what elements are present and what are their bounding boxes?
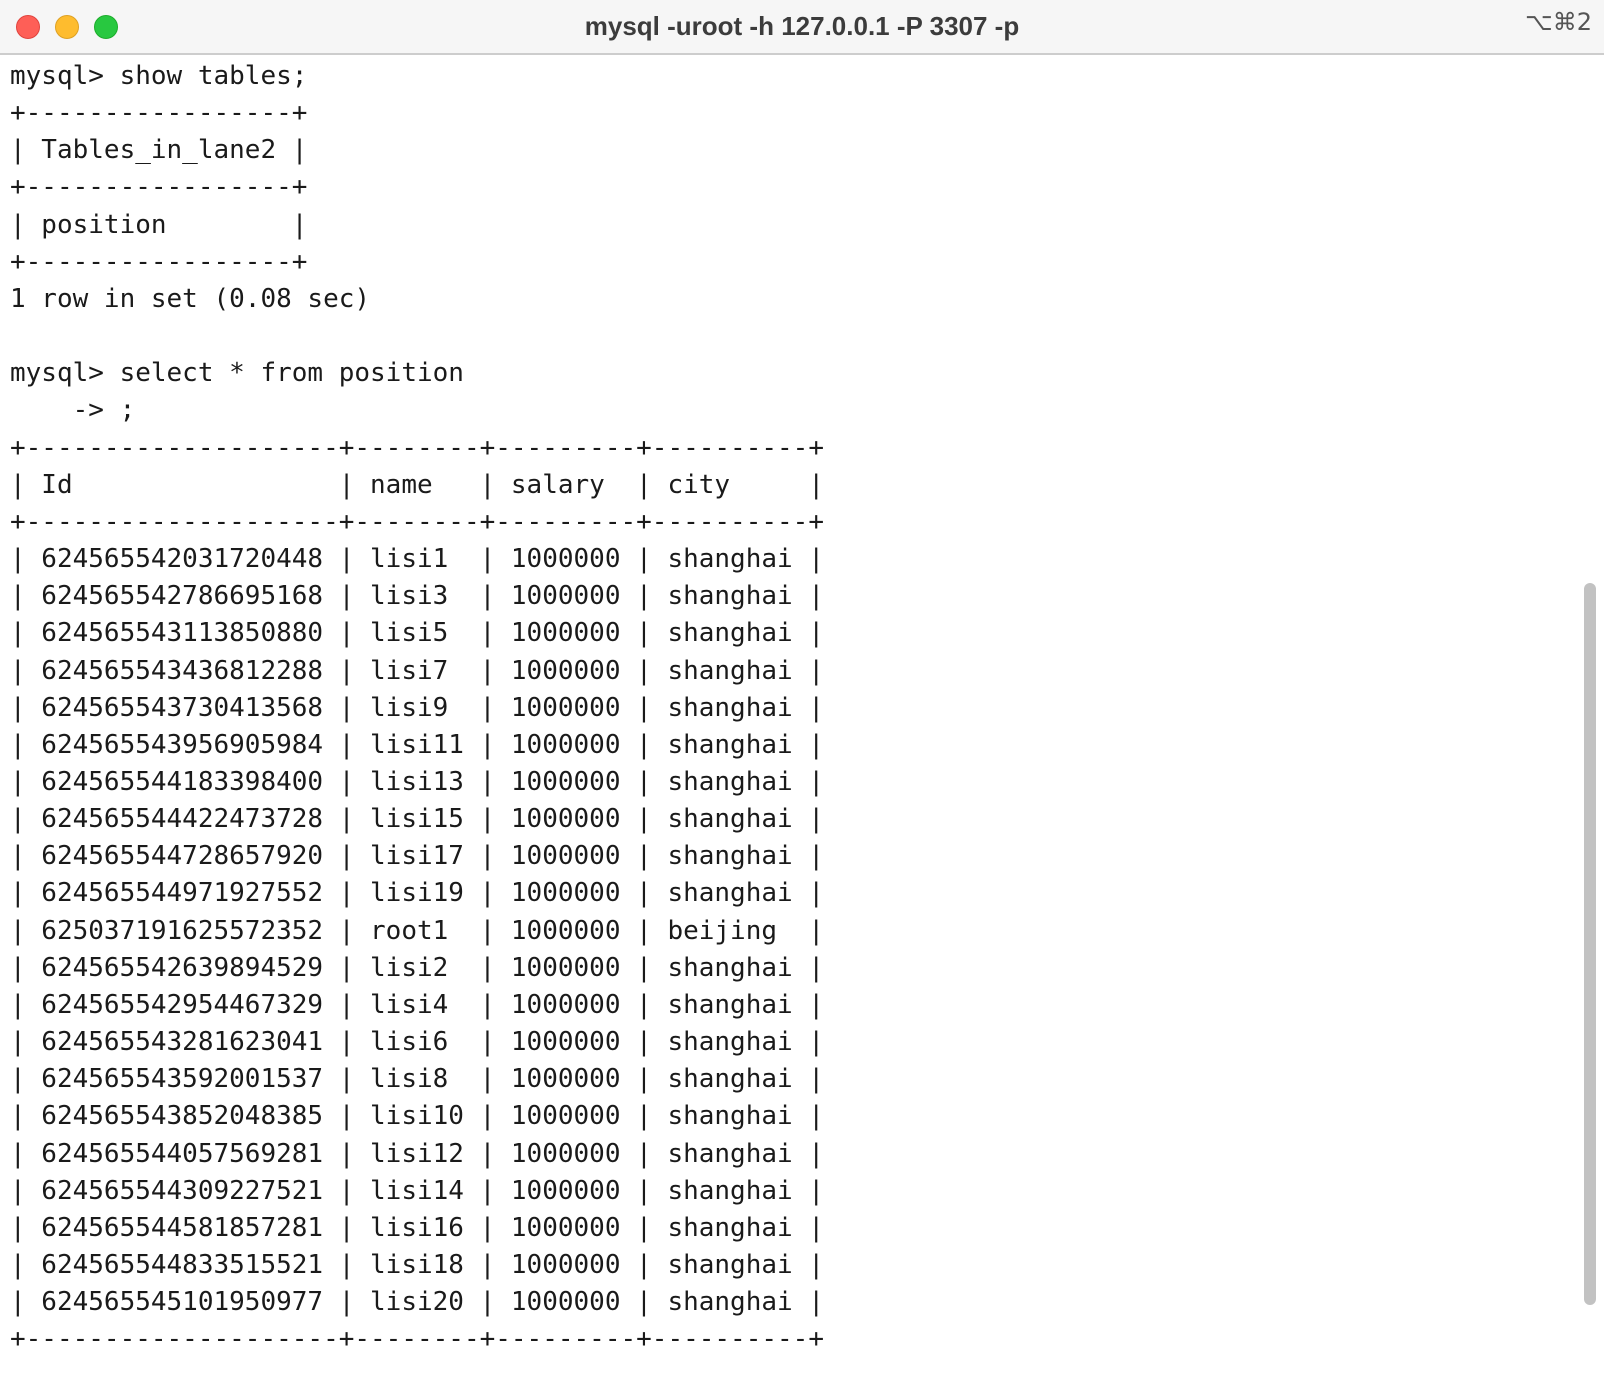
- title-bar[interactable]: mysql -uroot -h 127.0.0.1 -P 3307 -p ⌥⌘2: [0, 0, 1604, 55]
- terminal-line: | 624565544971927552 | lisi19 | 1000000 …: [10, 878, 824, 909]
- terminal-line: +--------------------+--------+---------…: [10, 506, 824, 537]
- terminal-line: mysql> show tables;: [10, 61, 308, 91]
- terminal-line: | 624565544309227521 | lisi14 | 1000000 …: [10, 1175, 824, 1206]
- terminal-line: | Id | name | salary | city |: [10, 469, 824, 500]
- terminal-output[interactable]: mysql> show tables; +-----------------+ | …: [10, 58, 824, 1358]
- terminal-line: | 624565543592001537 | lisi8 | 1000000 |…: [10, 1064, 824, 1095]
- terminal-line: | position |: [10, 209, 308, 240]
- terminal-line: +--------------------+--------+---------…: [10, 1324, 824, 1355]
- terminal-line: +-----------------+: [10, 98, 308, 129]
- terminal-line: +-----------------+: [10, 246, 308, 277]
- terminal-line: | 624565543436812288 | lisi7 | 1000000 |…: [10, 655, 824, 686]
- window-title: mysql -uroot -h 127.0.0.1 -P 3307 -p: [584, 11, 1020, 41]
- terminal-line: | 624565544581857281 | lisi16 | 1000000 …: [10, 1212, 824, 1243]
- terminal-line: | 625037191625572352 | root1 | 1000000 |…: [10, 915, 824, 946]
- terminal-line: +-----------------+: [10, 172, 308, 203]
- terminal-line: | 624565543956905984 | lisi11 | 1000000 …: [10, 729, 824, 760]
- terminal-line: | 624565542639894529 | lisi2 | 1000000 |…: [10, 952, 824, 983]
- terminal-line: +--------------------+--------+---------…: [10, 432, 824, 463]
- terminal-line: | 624565544057569281 | lisi12 | 1000000 …: [10, 1138, 824, 1169]
- terminal-line: | 624565543730413568 | lisi9 | 1000000 |…: [10, 692, 824, 723]
- terminal-line: | 624565544422473728 | lisi15 | 1000000 …: [10, 804, 824, 835]
- terminal-line: | 624565543281623041 | lisi6 | 1000000 |…: [10, 1027, 824, 1058]
- terminal-line: | 624565543113850880 | lisi5 | 1000000 |…: [10, 618, 824, 649]
- terminal-line: | 624565542786695168 | lisi3 | 1000000 |…: [10, 581, 824, 612]
- terminal-line: | 624565544728657920 | lisi17 | 1000000 …: [10, 841, 824, 872]
- terminal-line: | Tables_in_lane2 |: [10, 135, 308, 166]
- terminal-line: | 624565545101950977 | lisi20 | 1000000 …: [10, 1287, 824, 1318]
- terminal-line: | 624565544183398400 | lisi13 | 1000000 …: [10, 766, 824, 797]
- terminal-line: 1 row in set (0.08 sec): [10, 283, 371, 314]
- terminal-line: | 624565543852048385 | lisi10 | 1000000 …: [10, 1101, 824, 1132]
- terminal-line: | 624565542031720448 | lisi1 | 1000000 |…: [10, 544, 824, 575]
- vertical-scrollbar[interactable]: [1584, 583, 1596, 1305]
- terminal-line: -> ;: [10, 395, 136, 426]
- terminal-line: | 624565544833515521 | lisi18 | 1000000 …: [10, 1250, 824, 1280]
- tab-shortcut-label: ⌥⌘2: [1525, 8, 1592, 36]
- terminal-window: mysql -uroot -h 127.0.0.1 -P 3307 -p ⌥⌘2…: [0, 0, 1604, 1396]
- terminal-line: | 624565542954467329 | lisi4 | 1000000 |…: [10, 989, 824, 1020]
- terminal-line: mysql> select * from position: [10, 358, 464, 389]
